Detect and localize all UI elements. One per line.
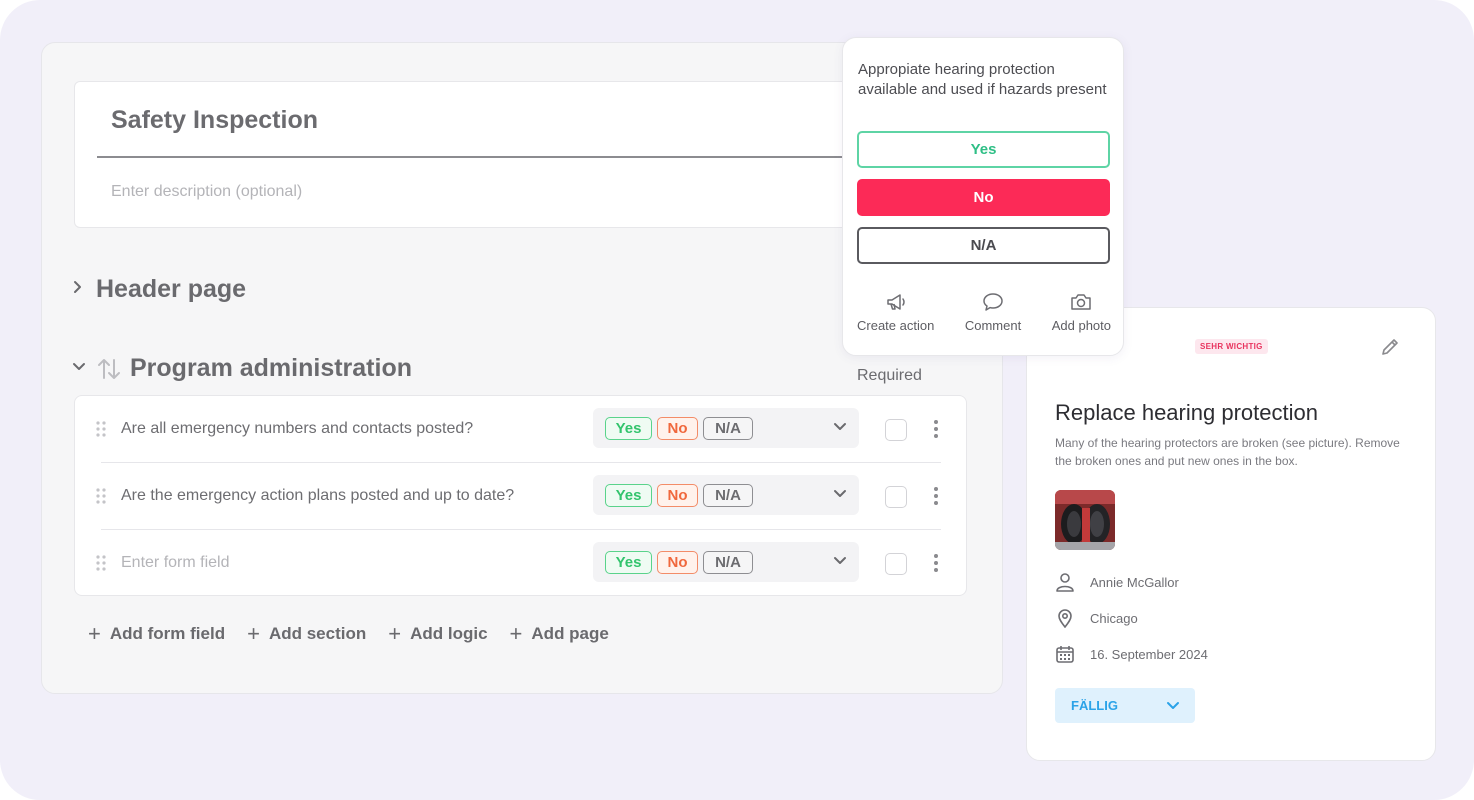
create-action-button[interactable]: Create action xyxy=(857,290,934,333)
answer-yes-pill: Yes xyxy=(605,551,652,574)
add-form-field-label: Add form field xyxy=(109,624,226,643)
speech-bubble-icon xyxy=(983,293,1003,311)
plus-icon: + xyxy=(88,621,101,646)
chevron-down-icon[interactable] xyxy=(72,360,90,378)
add-section-label: Add section xyxy=(268,624,367,643)
chevron-right-icon[interactable] xyxy=(72,280,90,299)
form-field-row[interactable]: Are all emergency numbers and contacts p… xyxy=(75,396,968,462)
answer-yes-pill: Yes xyxy=(605,417,652,440)
add-page-button[interactable]: + Add page xyxy=(510,623,609,645)
required-checkbox[interactable] xyxy=(885,419,907,441)
field-question[interactable]: Are the emergency action plans posted an… xyxy=(121,487,514,505)
drag-handle-icon[interactable] xyxy=(95,487,107,505)
more-options-icon[interactable] xyxy=(931,485,941,507)
more-options-icon[interactable] xyxy=(931,418,941,440)
add-logic-label: Add logic xyxy=(410,624,488,643)
chevron-down-icon xyxy=(834,557,846,564)
popover-actions: Create action Comment Add photo xyxy=(857,290,1111,333)
form-field-row[interactable]: Are the emergency action plans posted an… xyxy=(75,463,968,529)
add-photo-button[interactable]: Add photo xyxy=(1052,290,1111,333)
action-title: Replace hearing protection xyxy=(1055,400,1318,425)
plus-icon: + xyxy=(509,621,523,646)
field-question-input[interactable]: Enter form field xyxy=(121,554,229,572)
form-title-card: Safety Inspection Enter description (opt… xyxy=(74,81,973,228)
reorder-icon[interactable] xyxy=(96,356,122,382)
plus-icon: + xyxy=(247,621,260,646)
answer-yes-button[interactable]: Yes xyxy=(857,131,1110,168)
answer-na-pill: N/A xyxy=(703,417,753,440)
add-toolbar: + Add form field + Add section + Add logic … xyxy=(88,623,609,645)
popover-question: Appropiate hearing protection available … xyxy=(858,61,1107,98)
chevron-down-icon xyxy=(1167,702,1179,709)
comment-button[interactable]: Comment xyxy=(965,290,1021,333)
answer-no-pill: No xyxy=(657,551,698,574)
action-card[interactable]: SEHR WICHTIG Replace hearing protection … xyxy=(1026,307,1436,761)
question-answer-popover: Appropiate hearing protection available … xyxy=(842,37,1124,356)
plus-icon: + xyxy=(388,621,402,646)
person-icon xyxy=(1056,573,1074,592)
calendar-icon xyxy=(1056,646,1074,663)
answer-na-button[interactable]: N/A xyxy=(857,227,1110,264)
add-photo-label: Add photo xyxy=(1051,318,1111,333)
answer-no-pill: No xyxy=(657,417,698,440)
section-program-administration[interactable]: Program administration xyxy=(72,354,412,383)
answer-type-select[interactable]: Yes No N/A xyxy=(593,408,859,448)
description-input[interactable]: Enter description (optional) xyxy=(111,183,302,201)
megaphone-icon xyxy=(886,294,905,310)
action-description: Many of the hearing protectors are broke… xyxy=(1055,436,1400,468)
section-header-page[interactable]: Header page xyxy=(72,275,246,304)
due-date-row: 16. September 2024 xyxy=(1055,644,1208,664)
form-title-input[interactable]: Safety Inspection xyxy=(111,106,318,135)
field-question[interactable]: Are all emergency numbers and contacts p… xyxy=(121,420,473,438)
answer-yes-pill: Yes xyxy=(605,484,652,507)
chevron-down-icon xyxy=(834,490,846,497)
answer-na-pill: N/A xyxy=(703,484,753,507)
drag-handle-icon[interactable] xyxy=(95,420,107,438)
form-field-row[interactable]: Enter form field Yes No N/A xyxy=(75,530,968,596)
answer-na-pill: N/A xyxy=(703,551,753,574)
more-options-icon[interactable] xyxy=(931,552,941,574)
add-section-button[interactable]: + Add section xyxy=(247,623,366,645)
assignee-row: Annie McGallor xyxy=(1055,572,1179,592)
section-title: Program administration xyxy=(130,354,412,382)
answer-no-button[interactable]: No xyxy=(857,179,1110,216)
due-date: 16. September 2024 xyxy=(1090,646,1208,662)
location-pin-icon xyxy=(1058,609,1072,628)
answer-no-pill: No xyxy=(657,484,698,507)
answer-type-select[interactable]: Yes No N/A xyxy=(593,542,859,582)
priority-badge: SEHR WICHTIG xyxy=(1195,339,1268,354)
action-photo-thumbnail[interactable] xyxy=(1055,490,1115,550)
location-name: Chicago xyxy=(1090,610,1138,626)
form-fields-list: Are all emergency numbers and contacts p… xyxy=(74,395,967,596)
required-checkbox[interactable] xyxy=(885,553,907,575)
status-label: FÄLLIG xyxy=(1071,698,1118,713)
required-column-label: Required xyxy=(857,367,922,384)
pencil-icon[interactable] xyxy=(1379,336,1401,358)
add-form-field-button[interactable]: + Add form field xyxy=(88,623,225,645)
assignee-name: Annie McGallor xyxy=(1090,574,1179,590)
comment-label: Comment xyxy=(964,318,1022,333)
create-action-label: Create action xyxy=(857,318,935,333)
add-page-label: Add page xyxy=(531,624,609,643)
required-checkbox[interactable] xyxy=(885,486,907,508)
location-row: Chicago xyxy=(1055,608,1138,628)
status-dropdown[interactable]: FÄLLIG xyxy=(1055,688,1195,723)
drag-handle-icon[interactable] xyxy=(95,554,107,572)
answer-type-select[interactable]: Yes No N/A xyxy=(593,475,859,515)
page-background: Safety Inspection Enter description (opt… xyxy=(0,0,1474,800)
chevron-down-icon xyxy=(834,423,846,430)
add-logic-button[interactable]: + Add logic xyxy=(388,623,487,645)
section-title: Header page xyxy=(96,275,247,303)
camera-icon xyxy=(1071,294,1092,310)
